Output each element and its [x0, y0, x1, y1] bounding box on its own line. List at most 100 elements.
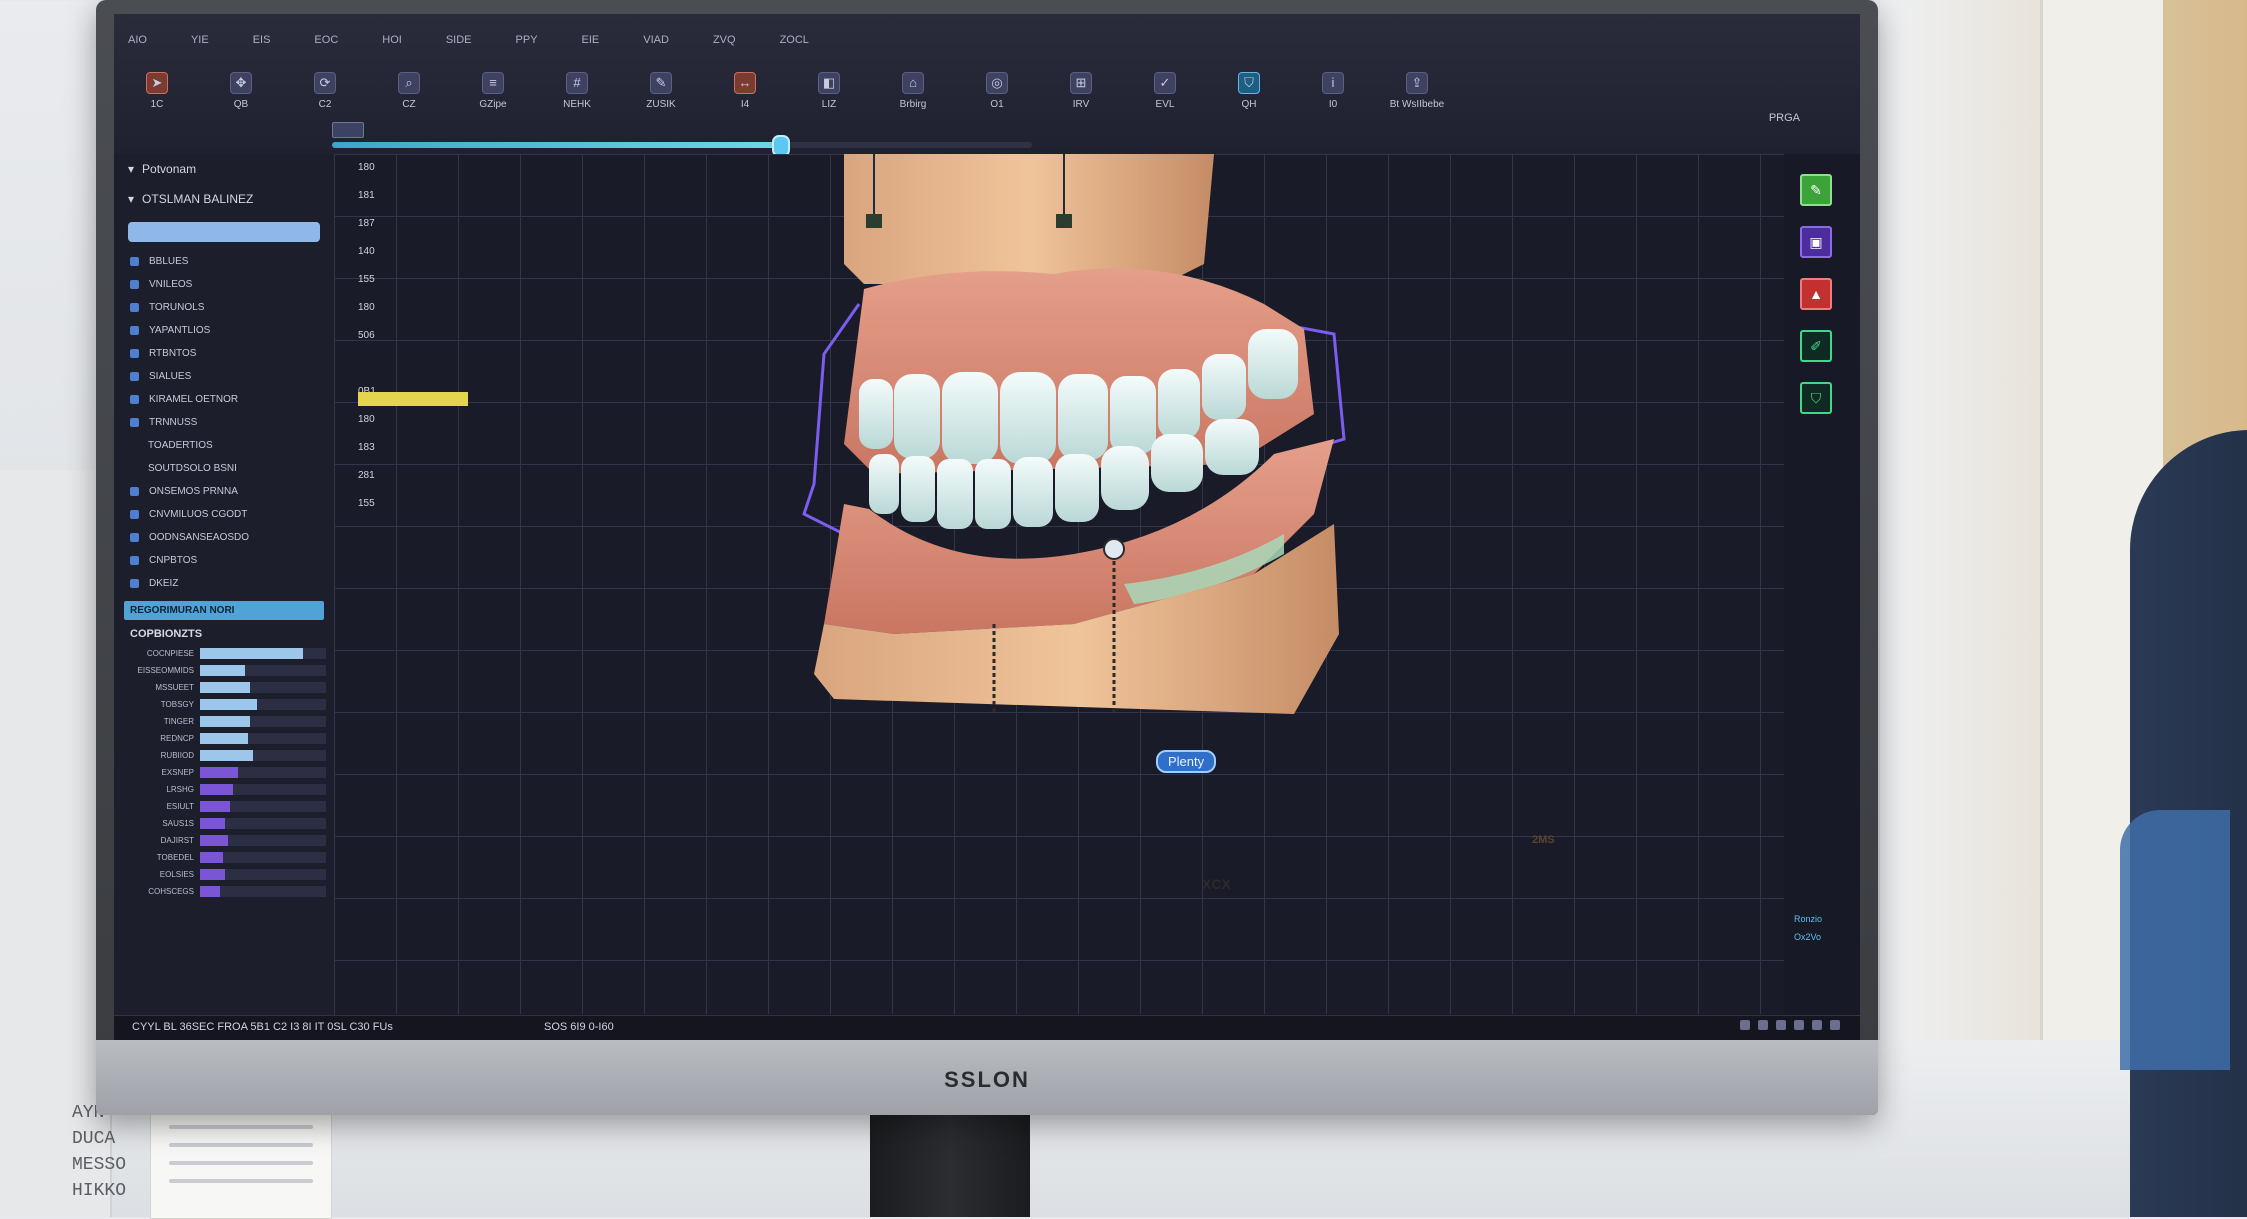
parameter-row[interactable]: TINGER [128, 714, 326, 728]
parameter-row[interactable]: MSSUEET [128, 680, 326, 694]
edit-button[interactable]: ✐ [1800, 330, 1832, 362]
sidebar-item[interactable]: SIALUES [114, 365, 334, 388]
menu-item[interactable]: YIE [191, 34, 209, 46]
parameter-row[interactable]: COHSCEGS [128, 884, 326, 898]
parameter-row[interactable]: EISSEOMMIDS [128, 663, 326, 677]
parameter-slider[interactable] [200, 664, 326, 676]
tooth-icon: ⛉ [1238, 72, 1260, 94]
monitor-bezel: SSLON [96, 1040, 1878, 1115]
parameter-fill [200, 851, 223, 863]
tool-button-measure[interactable]: ↔ I4 [716, 72, 774, 110]
menu-item[interactable]: EIE [582, 34, 600, 46]
ruler-marker[interactable] [358, 392, 468, 406]
parameter-row[interactable]: EOLSIES [128, 867, 326, 881]
sidebar-item[interactable]: YAPANTLIOS [114, 319, 334, 342]
tool-button-pointer[interactable]: ➤ 1C [128, 72, 186, 110]
status-icon[interactable] [1776, 1020, 1786, 1030]
parameter-slider[interactable] [200, 885, 326, 897]
sidebar-item[interactable]: KIRAMEL OETNOR [114, 388, 334, 411]
parameter-row[interactable]: COCNPIESE [128, 646, 326, 660]
model-label-pill[interactable]: Plenty [1156, 750, 1217, 773]
parameter-slider[interactable] [200, 783, 326, 795]
sidebar-item[interactable]: DKEIZ [114, 572, 334, 595]
menu-item[interactable]: ZOCL [780, 34, 809, 46]
timeline-track[interactable] [332, 135, 1032, 157]
timeline-tag[interactable] [332, 122, 364, 138]
sidebar-item-label: KIRAMEL OETNOR [149, 394, 239, 405]
parameter-slider[interactable] [200, 647, 326, 659]
sidebar-item[interactable]: ONSEMOS PRNNA [114, 480, 334, 503]
tool-button-bridge[interactable]: ⌂ Brbirg [884, 72, 942, 110]
pencil-button[interactable]: ✎ [1800, 174, 1832, 206]
parameter-row[interactable]: SAUS1S [128, 816, 326, 830]
menu-item[interactable]: PPY [516, 34, 538, 46]
parameter-slider[interactable] [200, 868, 326, 880]
tool-button-layers[interactable]: ≡ GZipe [464, 72, 522, 110]
parameter-row[interactable]: ESIULT [128, 799, 326, 813]
parameter-row[interactable]: REDNCP [128, 731, 326, 745]
tool-button-mesh[interactable]: # NEHK [548, 72, 606, 110]
sidebar-header[interactable]: ▾ Potvonam [114, 154, 334, 184]
tool-button-export[interactable]: ⇪ Bt WsIIbebe [1388, 72, 1446, 110]
status-icon[interactable] [1812, 1020, 1822, 1030]
tool-button-move[interactable]: ✥ QB [212, 72, 270, 110]
tool-button-rotate[interactable]: ⟳ C2 [296, 72, 354, 110]
tool-button-zoom[interactable]: ⌕ CZ [380, 72, 438, 110]
status-icon[interactable] [1830, 1020, 1840, 1030]
parameter-row[interactable]: TOBEDEL [128, 850, 326, 864]
tool-button-align[interactable]: ⊞ IRV [1052, 72, 1110, 110]
sidebar-item[interactable]: CNVMILUOS CGODT [114, 503, 334, 526]
status-icon[interactable] [1758, 1020, 1768, 1030]
parameter-slider[interactable] [200, 851, 326, 863]
sidebar-item[interactable]: TOADERTIOS [114, 434, 334, 457]
parameter-row[interactable]: TOBSGY [128, 697, 326, 711]
tool-button-evaluate[interactable]: ✓ EVL [1136, 72, 1194, 110]
parameter-slider[interactable] [200, 834, 326, 846]
parameter-slider[interactable] [200, 732, 326, 744]
parameter-slider[interactable] [200, 749, 326, 761]
sidebar-item[interactable]: SOUTDSOLO BSNI [114, 457, 334, 480]
parameter-row[interactable]: LRSHG [128, 782, 326, 796]
parameter-slider[interactable] [200, 766, 326, 778]
sidebar-item[interactable]: TRNNUSS [114, 411, 334, 434]
parameter-row[interactable]: EXSNEP [128, 765, 326, 779]
parameter-slider[interactable] [200, 715, 326, 727]
ruler-tick-label: 183 [358, 442, 375, 453]
tool-button-info[interactable]: i I0 [1304, 72, 1362, 110]
menu-item[interactable]: EOC [314, 34, 338, 46]
status-icon[interactable] [1740, 1020, 1750, 1030]
parameter-row[interactable]: DAJIRST [128, 833, 326, 847]
sidebar-item[interactable]: TORUNOLS [114, 296, 334, 319]
tool-button-tooth[interactable]: ⛉ QH [1220, 72, 1278, 110]
menu-item[interactable]: EIS [253, 34, 271, 46]
menu-item[interactable]: VIAD [643, 34, 669, 46]
warning-button[interactable]: ▲ [1800, 278, 1832, 310]
mesh-icon [130, 487, 139, 496]
parameter-fill [200, 817, 226, 829]
parameter-slider[interactable] [200, 681, 326, 693]
status-icon[interactable] [1794, 1020, 1804, 1030]
tool-button-occlusion[interactable]: ◎ O1 [968, 72, 1026, 110]
dental-model[interactable] [694, 154, 1454, 814]
sidebar-item[interactable]: RTBNTOS [114, 342, 334, 365]
menu-item[interactable]: HOI [382, 34, 402, 46]
cube-button[interactable]: ▣ [1800, 226, 1832, 258]
tool-button-sculpt[interactable]: ✎ ZUSIK [632, 72, 690, 110]
parameter-slider[interactable] [200, 800, 326, 812]
sidebar-item[interactable]: VNILEOS [114, 273, 334, 296]
sidebar-selected-item[interactable] [128, 222, 320, 242]
sidebar-item[interactable]: BBLUES [114, 250, 334, 273]
menu-item[interactable]: ZVQ [713, 34, 736, 46]
tooth-button[interactable]: ⛉ [1800, 382, 1832, 414]
sidebar-subheader[interactable]: ▾ OTSLMAN BALINEZ [114, 184, 334, 214]
parameter-row[interactable]: RUBIIOD [128, 748, 326, 762]
parameter-slider[interactable] [200, 698, 326, 710]
parameter-slider[interactable] [200, 817, 326, 829]
menu-item[interactable]: AIO [128, 34, 147, 46]
sidebar-section-header[interactable]: REGORIMURAN NORI [124, 601, 324, 620]
sidebar-item[interactable]: CNPBTOS [114, 549, 334, 572]
3d-viewport[interactable]: 1801811871401551805060B1180183281155 [334, 154, 1784, 1014]
sidebar-item[interactable]: OODNSANSEAOSDO [114, 526, 334, 549]
tool-button-section[interactable]: ◧ LIZ [800, 72, 858, 110]
menu-item[interactable]: SIDE [446, 34, 472, 46]
